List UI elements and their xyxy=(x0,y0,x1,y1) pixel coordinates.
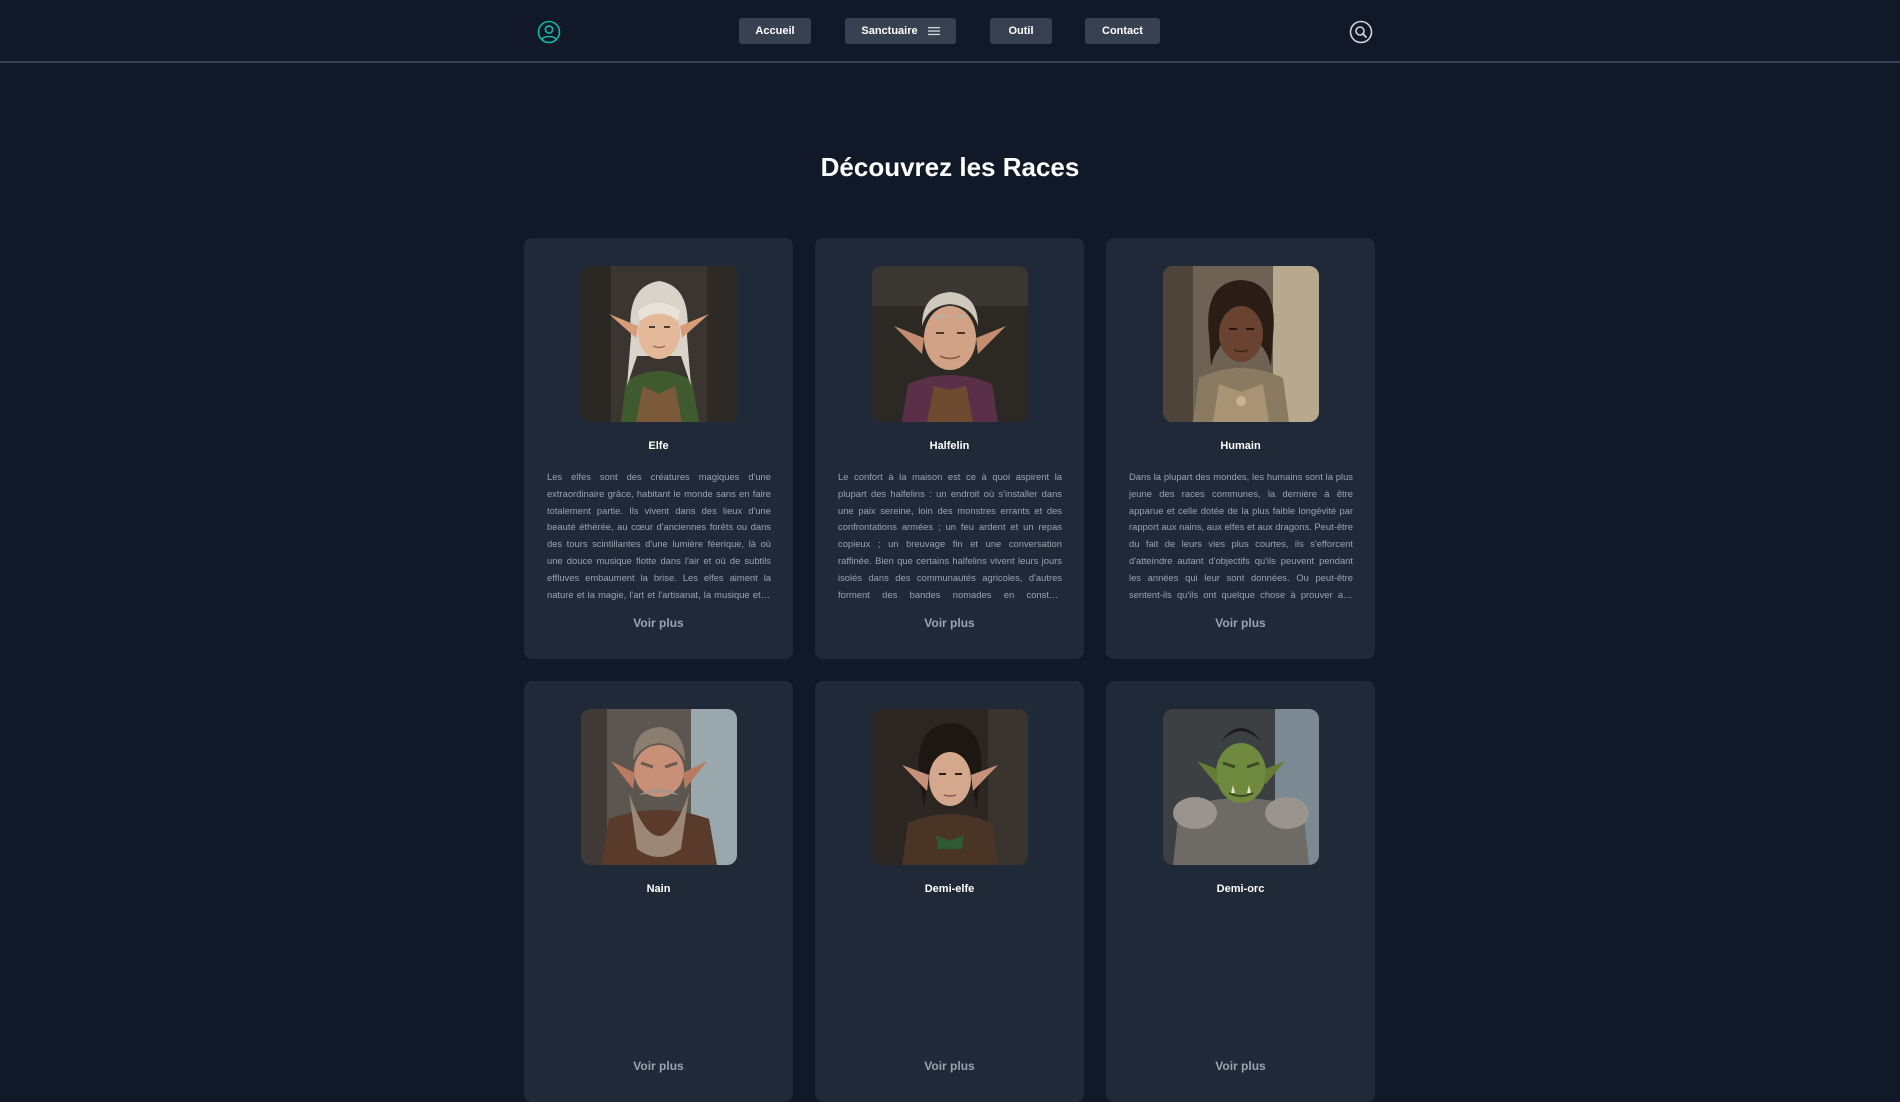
race-name: Nain xyxy=(646,883,671,895)
race-card-halfelin: Halfelin Le confort à la maison est ce à… xyxy=(815,238,1084,659)
voir-plus-link[interactable]: Voir plus xyxy=(1106,1059,1375,1073)
nav-sanctuaire-label: Sanctuaire xyxy=(861,25,918,37)
race-name: Halfelin xyxy=(929,440,970,452)
search-button[interactable] xyxy=(1348,19,1373,44)
search-icon xyxy=(1349,20,1372,43)
race-description xyxy=(547,912,771,1046)
race-description: Dans la plupart des mondes, les humains … xyxy=(1129,471,1353,600)
nav-contact-button[interactable]: Contact xyxy=(1085,18,1160,44)
menu-icon xyxy=(927,26,940,36)
nav-sanctuaire-button[interactable]: Sanctuaire xyxy=(845,18,956,44)
nav-accueil-label: Accueil xyxy=(755,25,795,37)
page-title: Découvrez les Races xyxy=(820,152,1080,182)
race-card-elfe: Elfe Les elfes sont des créatures magiqu… xyxy=(524,238,793,659)
race-portrait-halfelin xyxy=(872,266,1028,422)
race-description: Le confort à la maison est ce à quoi asp… xyxy=(838,471,1062,600)
nav-outil-label: Outil xyxy=(1008,25,1034,37)
race-portrait-demi-elfe xyxy=(872,709,1028,865)
top-navbar: Accueil Sanctuaire Outil Contact xyxy=(0,0,1900,63)
race-description xyxy=(1129,912,1353,1046)
race-name: Elfe xyxy=(648,440,669,452)
voir-plus-link[interactable]: Voir plus xyxy=(524,1059,793,1073)
race-portrait-elfe xyxy=(581,266,737,422)
nav-outil-button[interactable]: Outil xyxy=(990,18,1052,44)
race-card-demi-orc: Demi-orc Voir plus xyxy=(1106,681,1375,1102)
race-card-humain: Humain Dans la plupart des mondes, les h… xyxy=(1106,238,1375,659)
race-portrait-nain xyxy=(581,709,737,865)
race-portrait-demi-orc xyxy=(1163,709,1319,865)
race-name: Demi-elfe xyxy=(924,883,975,895)
race-description xyxy=(838,912,1062,1046)
race-name: Humain xyxy=(1220,440,1261,452)
user-account-button[interactable] xyxy=(536,19,561,44)
race-card-demi-elfe: Demi-elfe Voir plus xyxy=(815,681,1084,1102)
nav-accueil-button[interactable]: Accueil xyxy=(739,18,811,44)
voir-plus-link[interactable]: Voir plus xyxy=(1106,616,1375,630)
race-name: Demi-orc xyxy=(1216,883,1265,895)
race-card-nain: Nain Voir plus xyxy=(524,681,793,1102)
race-description: Les elfes sont des créatures magiques d'… xyxy=(547,471,771,600)
voir-plus-link[interactable]: Voir plus xyxy=(815,616,1084,630)
voir-plus-link[interactable]: Voir plus xyxy=(815,1059,1084,1073)
nav-contact-label: Contact xyxy=(1102,25,1143,37)
user-circle-icon xyxy=(537,20,560,43)
race-portrait-humain xyxy=(1163,266,1319,422)
voir-plus-link[interactable]: Voir plus xyxy=(524,616,793,630)
